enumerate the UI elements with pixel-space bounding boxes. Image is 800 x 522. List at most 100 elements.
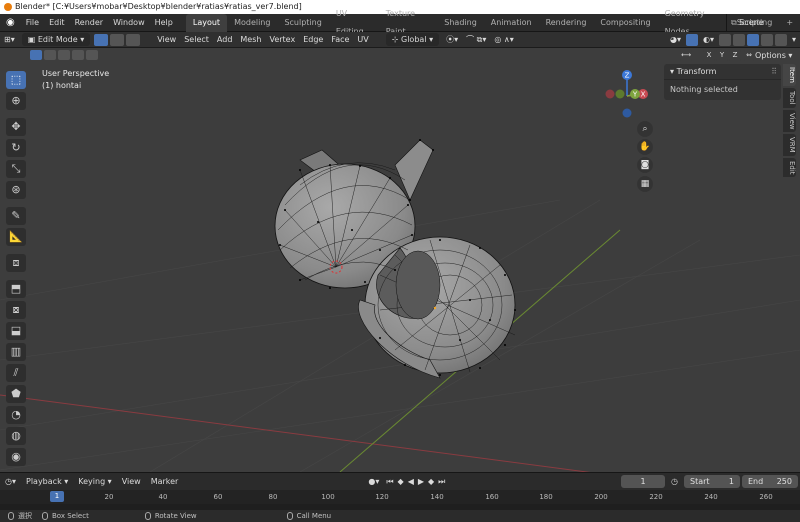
solid-shading-icon[interactable]: [746, 33, 759, 46]
camera-view-icon[interactable]: ◙: [637, 157, 653, 173]
shading-options-icon[interactable]: ▾: [788, 32, 800, 48]
annotate-tool-icon[interactable]: ✎: [6, 207, 26, 225]
play-reverse-icon[interactable]: ◀: [406, 473, 416, 491]
material-shading-icon[interactable]: [760, 33, 773, 46]
options-dropdown[interactable]: Options ▾: [755, 50, 795, 61]
sidebar-tab-tool[interactable]: Tool: [783, 87, 796, 108]
navigation-gizmo[interactable]: Z X Y: [604, 68, 650, 118]
scene-selector[interactable]: ⧉ Scene: [726, 14, 800, 32]
spin-tool-icon[interactable]: ◔: [6, 406, 26, 424]
current-frame-field[interactable]: 1: [621, 475, 665, 488]
wireframe-shading-icon[interactable]: [732, 33, 745, 46]
jump-keyframe-forward-icon[interactable]: ◆: [426, 473, 436, 491]
drag-handle-icon[interactable]: ⠿: [771, 64, 777, 80]
move-tool-icon[interactable]: ✥: [6, 118, 26, 136]
current-frame-indicator[interactable]: 1: [50, 491, 64, 502]
vertex-select-icon[interactable]: [94, 33, 109, 46]
workspace-tab-sculpting[interactable]: Sculpting: [277, 14, 328, 32]
scale-tool-icon[interactable]: ⤡: [6, 160, 26, 178]
gizmo-toggle-icon[interactable]: [685, 33, 698, 46]
select-box-tool-icon[interactable]: ⬚: [6, 71, 26, 89]
cursor-tool-icon[interactable]: ⊕: [6, 92, 26, 110]
menu-file[interactable]: File: [21, 14, 44, 32]
blender-menu-icon[interactable]: ◉: [0, 17, 21, 28]
select-new-icon[interactable]: [30, 50, 42, 60]
timeline-menu-keying[interactable]: Keying ▾: [73, 473, 116, 491]
knife-tool-icon[interactable]: ⫽: [6, 364, 26, 382]
transform-orientation-dropdown[interactable]: ⊹ Global ▾: [385, 33, 440, 46]
perspective-toggle-icon[interactable]: ▦: [637, 176, 653, 192]
menu-edit[interactable]: Edit: [44, 14, 70, 32]
mirror-options-icon[interactable]: ⇔: [744, 50, 754, 61]
sidebar-tab-edit[interactable]: Edit: [783, 157, 796, 178]
select-extend-icon[interactable]: [44, 50, 56, 60]
overlay-icon[interactable]: ◐▾: [699, 32, 718, 48]
header-menu-vertex[interactable]: Vertex: [265, 32, 299, 48]
rendered-shading-icon[interactable]: [774, 33, 787, 46]
end-frame-field[interactable]: End 250: [742, 475, 798, 488]
start-frame-field[interactable]: Start 1: [684, 475, 740, 488]
poly-build-tool-icon[interactable]: ⬟: [6, 385, 26, 403]
extrude-tool-icon[interactable]: ⬒: [6, 280, 26, 298]
header-menu-view[interactable]: View: [153, 32, 180, 48]
measure-tool-icon[interactable]: 📐: [6, 228, 26, 246]
workspace-tab-animation[interactable]: Animation: [484, 14, 539, 32]
workspace-tab-layout[interactable]: Layout: [185, 13, 228, 32]
header-menu-uv[interactable]: UV: [353, 32, 372, 48]
sidebar-tab-item[interactable]: Item: [783, 64, 796, 86]
smooth-tool-icon[interactable]: ◍: [6, 427, 26, 445]
menu-render[interactable]: Render: [70, 14, 108, 32]
jump-end-icon[interactable]: ⏭: [436, 473, 447, 491]
timeline-menu-marker[interactable]: Marker: [146, 473, 184, 491]
jump-keyframe-back-icon[interactable]: ◆: [396, 473, 406, 491]
select-intersect-icon[interactable]: [86, 50, 98, 60]
select-subtract-icon[interactable]: [58, 50, 70, 60]
timeline-ruler[interactable]: 1 20 40 60 80 100 120 140 160 180 200 22…: [0, 490, 800, 504]
rotate-tool-icon[interactable]: ↻: [6, 139, 26, 157]
timeline-menu-view[interactable]: View: [117, 473, 146, 491]
sidebar-tab-view[interactable]: View: [783, 109, 796, 133]
menu-help[interactable]: Help: [150, 14, 178, 32]
auto-keying-icon[interactable]: ●▾: [363, 473, 384, 491]
mirror-x-toggle[interactable]: X: [703, 50, 715, 61]
jump-start-icon[interactable]: ⏮: [384, 473, 395, 491]
workspace-tab-compositing[interactable]: Compositing: [593, 14, 657, 32]
inset-tool-icon[interactable]: ⧇: [6, 301, 26, 319]
workspace-tab-modeling[interactable]: Modeling: [227, 14, 277, 32]
transform-panel-header[interactable]: ▾ Transform ⠿: [664, 64, 781, 80]
zoom-icon[interactable]: ⌕: [637, 121, 653, 137]
preview-range-icon[interactable]: ◷: [671, 475, 678, 488]
menu-window[interactable]: Window: [108, 14, 150, 32]
snap-icon[interactable]: ⌒ ⧉▾: [462, 32, 490, 48]
select-invert-icon[interactable]: [72, 50, 84, 60]
header-menu-mesh[interactable]: Mesh: [236, 32, 265, 48]
xray-toggle-icon[interactable]: [718, 33, 731, 46]
header-menu-select[interactable]: Select: [180, 32, 213, 48]
transform-tool-icon[interactable]: ⊛: [6, 181, 26, 199]
workspace-tab-rendering[interactable]: Rendering: [539, 14, 594, 32]
mode-selector[interactable]: ▣ Edit Mode ▾: [21, 33, 91, 46]
header-menu-add[interactable]: Add: [213, 32, 237, 48]
proportional-editing-icon[interactable]: ◎ ∧▾: [490, 32, 517, 48]
bevel-tool-icon[interactable]: ⬓: [6, 322, 26, 340]
add-cube-tool-icon[interactable]: ⧈: [6, 254, 26, 272]
editor-type-icon[interactable]: ⊞▾: [0, 32, 19, 48]
pan-hand-icon[interactable]: ✋: [637, 139, 653, 155]
edge-select-icon[interactable]: [110, 33, 125, 46]
header-menu-edge[interactable]: Edge: [299, 32, 327, 48]
pivot-point-icon[interactable]: ⦿▾: [442, 32, 462, 48]
timeline-editor-icon[interactable]: ◷▾: [0, 473, 21, 491]
mirror-z-toggle[interactable]: Z: [729, 50, 741, 61]
workspace-tab-shading[interactable]: Shading: [437, 14, 484, 32]
shrink-fatten-tool-icon[interactable]: ◉: [6, 448, 26, 466]
play-icon[interactable]: ▶: [416, 473, 426, 491]
mirror-y-toggle[interactable]: Y: [716, 50, 728, 61]
visibility-icon[interactable]: ◕▾: [666, 32, 685, 48]
3d-viewport[interactable]: Z X Y ⌕ ✋ ◙ ▦: [0, 48, 800, 472]
mesh-object[interactable]: [274, 139, 516, 379]
face-select-icon[interactable]: [126, 33, 141, 46]
timeline-menu-playback[interactable]: Playback ▾: [21, 473, 73, 491]
loop-cut-tool-icon[interactable]: ▥: [6, 343, 26, 361]
header-menu-face[interactable]: Face: [327, 32, 353, 48]
sidebar-tab-vrm[interactable]: VRM: [783, 134, 796, 156]
